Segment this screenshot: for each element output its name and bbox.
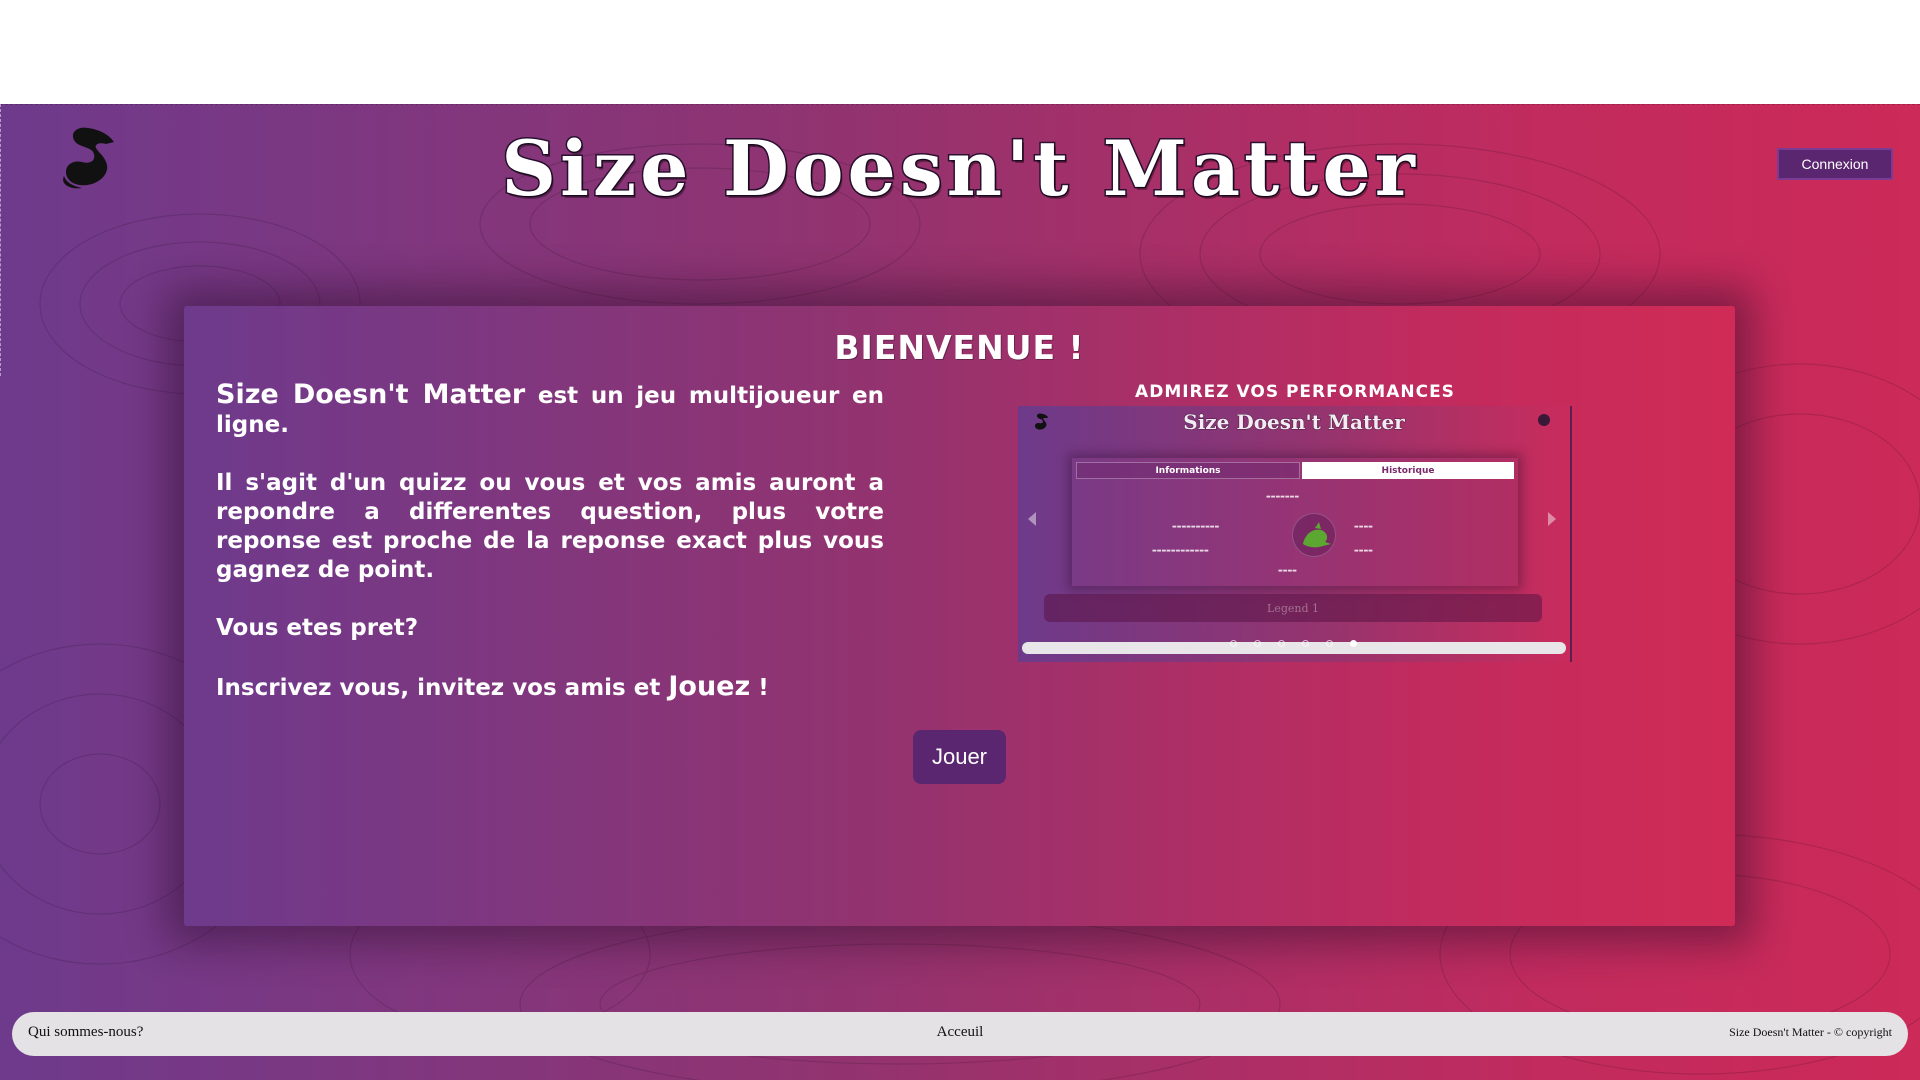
carousel-slide-title: Size Doesn't Matter	[1183, 410, 1405, 435]
footer-home-link[interactable]: Acceuil	[12, 1024, 1908, 1041]
play-button[interactable]: Jouer	[913, 730, 1006, 784]
carousel-indicators	[1230, 640, 1357, 647]
carousel-slide-panel: Informations Historique ▬▬▬▬▬▬▬ ▬▬▬▬▬▬▬▬…	[1072, 458, 1518, 586]
welcome-card: BIENVENUE ! Size Doesn't Matter est un j…	[184, 306, 1735, 926]
intro-paragraph-3: Vous etes pret?	[216, 615, 419, 641]
carousel-dot[interactable]	[1254, 640, 1261, 647]
slide-text-line: ▬▬▬▬	[1354, 524, 1373, 530]
intro-text: Size Doesn't Matter est un jeu multijoue…	[216, 380, 884, 732]
top-divider	[0, 104, 1920, 105]
brand-name: Size Doesn't Matter	[216, 379, 526, 410]
site-title: Size Doesn't Matter	[500, 123, 1419, 215]
intro-paragraph-4: Inscrivez vous, invitez vos amis et Joue…	[216, 672, 884, 703]
carousel-legend: Legend 1	[1044, 594, 1542, 622]
welcome-heading: BIENVENUE !	[834, 328, 1085, 367]
tab-informations: Informations	[1076, 462, 1300, 479]
tab-historique: Historique	[1302, 462, 1514, 479]
slide-text-line: ▬▬▬▬▬▬▬▬▬▬	[1172, 524, 1220, 530]
slide-text-line: ▬▬▬▬	[1354, 548, 1373, 554]
carousel-dot[interactable]	[1302, 640, 1309, 647]
performance-heading: ADMIREZ VOS PERFORMANCES	[1135, 382, 1455, 402]
carousel-dot-active[interactable]	[1350, 640, 1357, 647]
slide-text-line: ▬▬▬▬▬▬▬▬▬▬▬▬	[1152, 548, 1209, 554]
intro-p4-end: !	[750, 675, 769, 701]
dragon-icon	[1303, 522, 1331, 548]
slide-text-line: ▬▬▬▬▬▬▬	[1266, 494, 1300, 500]
page-background: Size Doesn't Matter Connexion BIENVENUE …	[0, 104, 1920, 1080]
carousel-prev-icon[interactable]	[1028, 512, 1036, 526]
intro-paragraph-1: Size Doesn't Matter est un jeu multijoue…	[216, 380, 884, 440]
avatar	[1292, 513, 1336, 557]
slide-text-line: ▬▬▬▬	[1278, 568, 1297, 574]
carousel-dot[interactable]	[1278, 640, 1285, 647]
gear-icon	[1538, 414, 1550, 426]
carousel-dot[interactable]	[1326, 640, 1333, 647]
carousel-dot[interactable]	[1230, 640, 1237, 647]
intro-paragraph-2: Il s'agit d'un quizz ou vous et vos amis…	[216, 470, 884, 583]
intro-p4-play: Jouez	[668, 671, 751, 702]
intro-p4-start: Inscrivez vous, invitez vos amis et	[216, 675, 669, 701]
carousel-next-icon[interactable]	[1548, 512, 1556, 526]
top-blank-area	[0, 0, 1920, 104]
login-button[interactable]: Connexion	[1777, 148, 1893, 180]
footer-bar: Qui sommes-nous? Acceuil Size Doesn't Ma…	[12, 1012, 1908, 1056]
footer-copyright: Size Doesn't Matter - © copyright	[1729, 1025, 1892, 1039]
screenshot-carousel[interactable]: Size Doesn't Matter Informations Histori…	[1018, 406, 1572, 662]
